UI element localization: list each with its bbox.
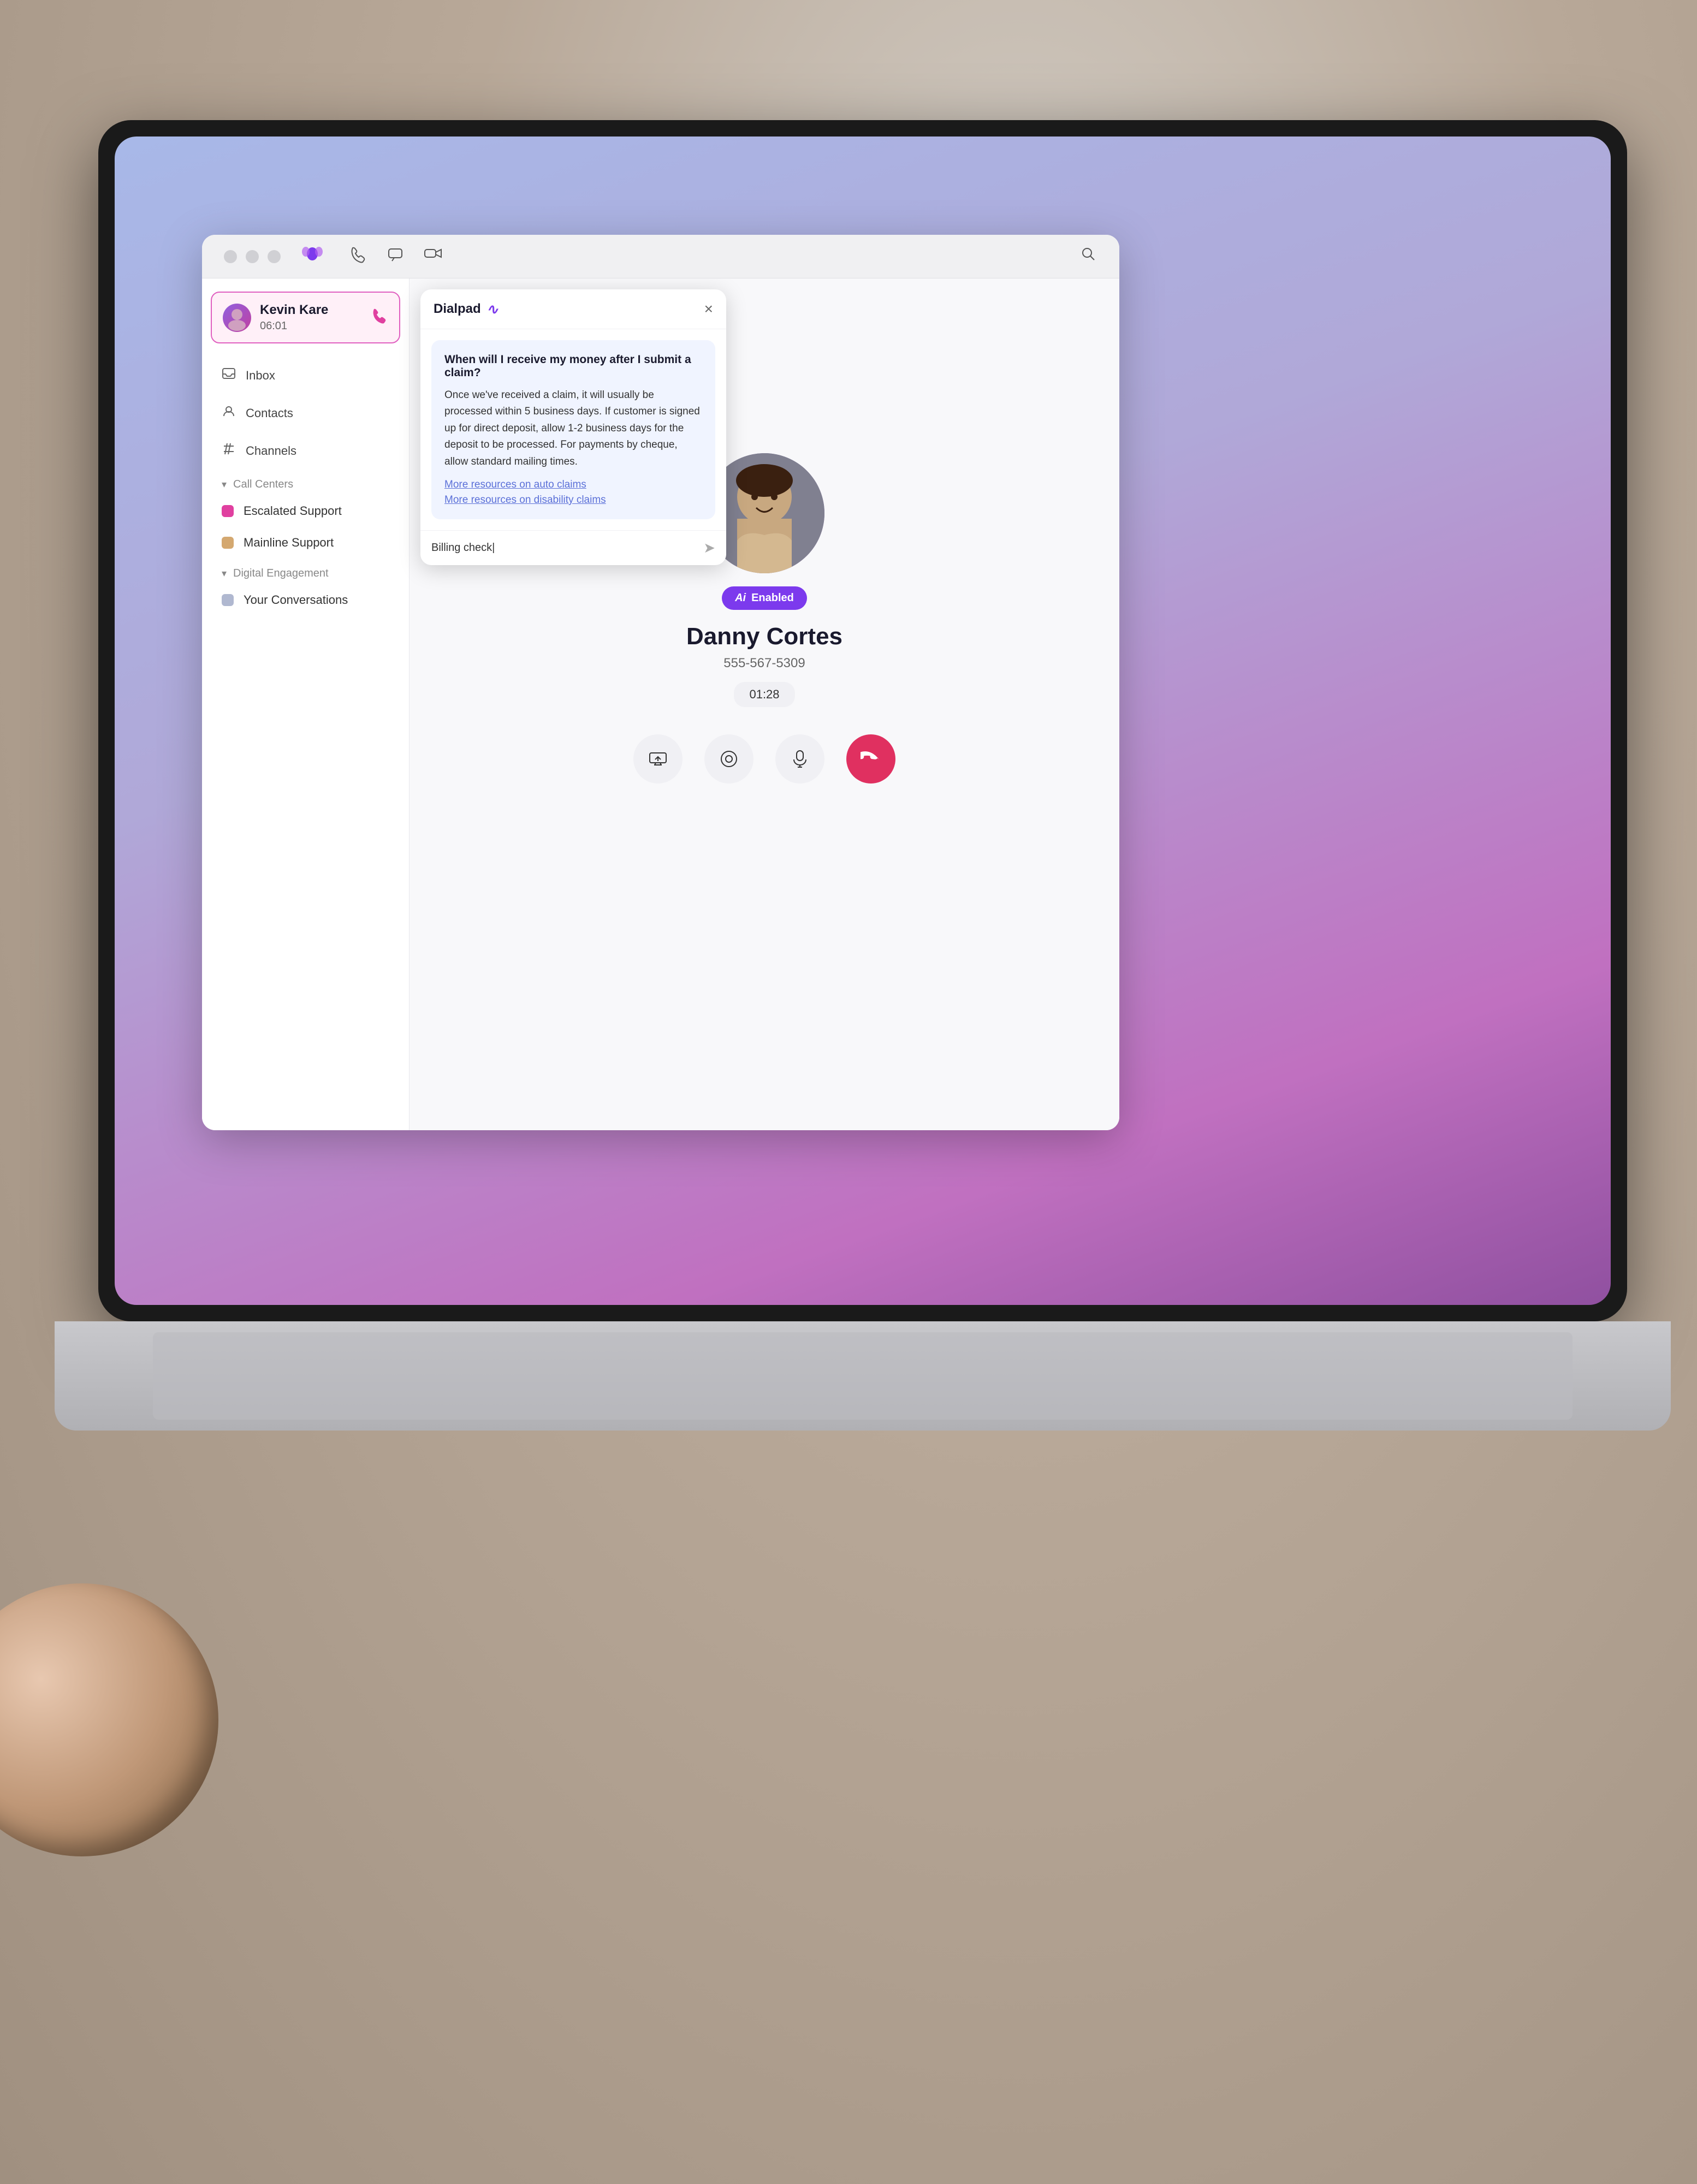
keyboard-area bbox=[153, 1332, 1573, 1420]
ai-wave-icon: ∿ bbox=[486, 301, 499, 318]
main-layout: Kevin Kare 06:01 bbox=[202, 278, 1119, 1130]
chat-icon[interactable] bbox=[387, 246, 404, 268]
ai-popup: Dialpad ∿ × When will I receive my money… bbox=[420, 289, 726, 565]
caller-name: Kevin Kare bbox=[260, 302, 362, 318]
ai-badge-label: Enabled bbox=[751, 592, 794, 604]
ai-links: More resources on auto claims More resou… bbox=[444, 479, 702, 506]
contact-name: Danny Cortes bbox=[686, 623, 842, 650]
close-control-dot bbox=[224, 250, 237, 263]
search-icon[interactable] bbox=[1080, 246, 1097, 268]
call-timer: 06:01 bbox=[260, 320, 362, 333]
chevron-down-icon-2: ▾ bbox=[222, 568, 227, 579]
sidebar-item-channels[interactable]: Channels bbox=[202, 432, 409, 470]
mainline-support-label: Mainline Support bbox=[244, 536, 334, 550]
ai-enabled-badge: Ai Enabled bbox=[722, 586, 807, 610]
title-bar-icons bbox=[349, 246, 443, 268]
escalated-support-label: Escalated Support bbox=[244, 504, 342, 518]
escalated-support-color-dot bbox=[222, 505, 234, 517]
active-call-item[interactable]: Kevin Kare 06:01 bbox=[211, 292, 400, 343]
call-actions bbox=[633, 734, 895, 784]
chevron-down-icon: ▾ bbox=[222, 479, 227, 490]
record-button[interactable] bbox=[704, 734, 753, 784]
sidebar-item-mainline-support[interactable]: Mainline Support bbox=[202, 527, 409, 559]
window-controls bbox=[224, 250, 281, 263]
avatar bbox=[223, 304, 251, 332]
dialpad-logo-icon bbox=[299, 241, 325, 272]
ai-answer: Once we've received a claim, it will usu… bbox=[444, 387, 702, 470]
mainline-support-color-dot bbox=[222, 537, 234, 549]
screen-share-button[interactable] bbox=[633, 734, 683, 784]
ai-search-input[interactable] bbox=[431, 542, 697, 554]
active-call-phone-icon bbox=[371, 307, 388, 328]
screen-bezel: Kevin Kare 06:01 bbox=[98, 120, 1627, 1321]
ai-input-area: ➤ bbox=[420, 530, 726, 565]
inbox-icon bbox=[222, 366, 236, 384]
caller-info: Kevin Kare 06:01 bbox=[260, 302, 362, 333]
ai-question: When will I receive my money after I sub… bbox=[444, 353, 702, 379]
sidebar-item-your-conversations[interactable]: Your Conversations bbox=[202, 584, 409, 616]
ai-badge-icon: Ai bbox=[735, 592, 746, 604]
sidebar: Kevin Kare 06:01 bbox=[202, 278, 410, 1130]
ai-link-disability[interactable]: More resources on disability claims bbox=[444, 494, 702, 506]
ai-popup-header: Dialpad ∿ × bbox=[420, 289, 726, 329]
maximize-control-dot bbox=[268, 250, 281, 263]
contact-phone: 555-567-5309 bbox=[723, 656, 805, 671]
channels-icon bbox=[222, 442, 236, 460]
ai-link-auto[interactable]: More resources on auto claims bbox=[444, 479, 702, 491]
phone-icon[interactable] bbox=[349, 246, 367, 268]
sidebar-item-inbox[interactable]: Inbox bbox=[202, 357, 409, 394]
call-centers-header: ▾ Call Centers bbox=[202, 470, 409, 495]
ai-message-block: When will I receive my money after I sub… bbox=[431, 340, 715, 519]
contacts-icon bbox=[222, 404, 236, 422]
end-call-button[interactable] bbox=[846, 734, 895, 784]
video-icon[interactable] bbox=[424, 246, 443, 268]
conversations-color-dot bbox=[222, 594, 234, 606]
screen-content: Kevin Kare 06:01 bbox=[115, 136, 1611, 1305]
ai-send-button[interactable]: ➤ bbox=[703, 539, 715, 556]
right-panel: Dialpad ∿ × When will I receive my money… bbox=[410, 278, 1119, 1130]
call-duration-badge: 01:28 bbox=[734, 682, 794, 707]
laptop: Kevin Kare 06:01 bbox=[98, 120, 1682, 2031]
app-window: Kevin Kare 06:01 bbox=[202, 235, 1119, 1130]
title-bar bbox=[202, 235, 1119, 278]
ai-popup-title: Dialpad ∿ bbox=[434, 301, 498, 318]
digital-engagement-header: ▾ Digital Engagement bbox=[202, 559, 409, 584]
mute-button[interactable] bbox=[775, 734, 824, 784]
conversations-label: Your Conversations bbox=[244, 593, 348, 607]
contacts-label: Contacts bbox=[246, 406, 293, 420]
sidebar-item-contacts[interactable]: Contacts bbox=[202, 394, 409, 432]
minimize-control-dot bbox=[246, 250, 259, 263]
close-popup-button[interactable]: × bbox=[704, 300, 713, 318]
channels-label: Channels bbox=[246, 444, 296, 458]
ai-popup-title-text: Dialpad bbox=[434, 301, 481, 317]
sidebar-item-escalated-support[interactable]: Escalated Support bbox=[202, 495, 409, 527]
inbox-label: Inbox bbox=[246, 369, 275, 383]
